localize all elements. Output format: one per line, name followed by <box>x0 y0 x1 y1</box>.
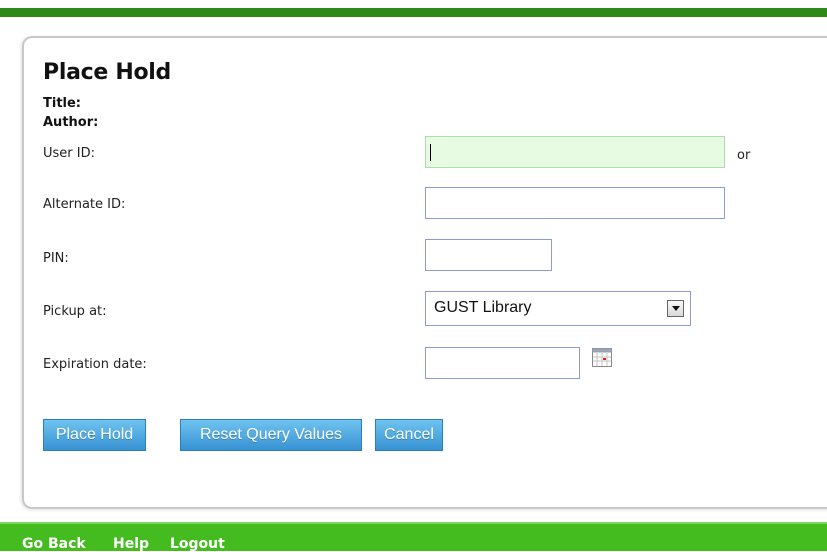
text-caret <box>430 144 431 161</box>
expiration-date-input[interactable] <box>425 347 580 379</box>
footer-bar: Go Back Help Logout <box>0 522 827 552</box>
alternate-id-input[interactable] <box>425 187 725 219</box>
pickup-selected-value: GUST Library <box>434 299 532 316</box>
user-id-label: User ID: <box>43 146 95 161</box>
logout-link[interactable]: Logout <box>170 536 225 552</box>
top-bar <box>0 8 827 17</box>
pin-label: PIN: <box>43 251 69 266</box>
place-hold-button[interactable]: Place Hold <box>43 419 146 451</box>
cancel-button[interactable]: Cancel <box>375 419 443 451</box>
pin-input[interactable] <box>425 239 552 271</box>
alternate-id-label: Alternate ID: <box>43 197 126 212</box>
go-back-link[interactable]: Go Back <box>22 536 86 552</box>
or-text: or <box>737 148 751 163</box>
calendar-icon[interactable] <box>592 348 612 367</box>
reset-query-values-button[interactable]: Reset Query Values <box>180 419 362 451</box>
place-hold-panel: Place Hold Title: Author: User ID: or Al… <box>22 36 827 509</box>
pickup-label: Pickup at: <box>43 304 107 319</box>
help-link[interactable]: Help <box>113 536 149 552</box>
page-title: Place Hold <box>43 60 171 85</box>
user-id-input[interactable] <box>425 136 725 168</box>
expiration-label: Expiration date: <box>43 357 147 372</box>
pickup-select[interactable]: GUST Library <box>425 291 691 326</box>
author-label: Author: <box>43 115 99 130</box>
chevron-down-icon[interactable] <box>667 300 684 317</box>
title-label: Title: <box>43 96 82 111</box>
